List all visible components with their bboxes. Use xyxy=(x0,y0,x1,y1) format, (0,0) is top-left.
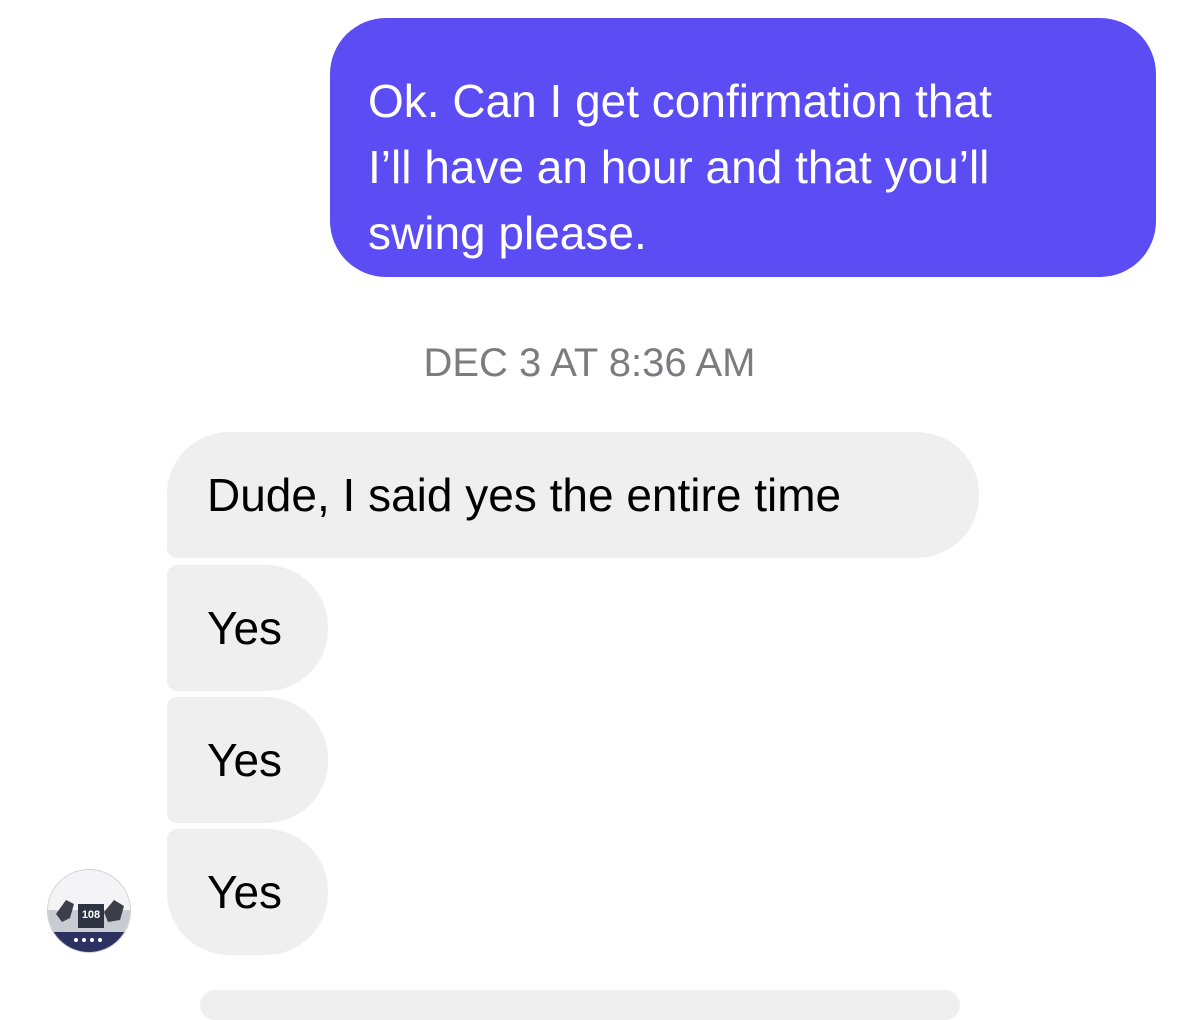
received-message-bubble[interactable]: Yes xyxy=(167,565,328,691)
avatar-number: 108 xyxy=(82,909,100,921)
received-message-bubble[interactable]: Yes xyxy=(167,829,328,955)
received-message-bubble[interactable]: Dude, I said yes the entire time xyxy=(167,432,979,558)
next-message-bubble-edge xyxy=(200,990,960,1020)
profile-avatar-icon[interactable]: 108 xyxy=(47,869,131,953)
avatar-image: 108 xyxy=(48,870,130,952)
received-message-bubble[interactable]: Yes xyxy=(167,697,328,823)
message-timestamp: DEC 3 AT 8:36 AM xyxy=(423,341,756,385)
sent-message-bubble[interactable]: Ok. Can I get confirmation that I’ll hav… xyxy=(330,18,1156,277)
